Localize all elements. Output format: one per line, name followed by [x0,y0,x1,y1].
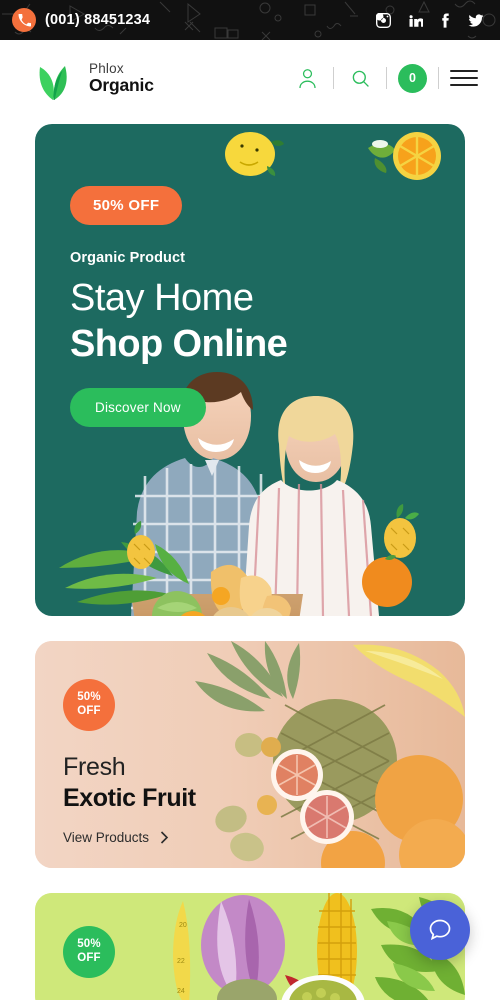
phone-contact[interactable]: (001) 88451234 [12,8,150,32]
linkedin-icon[interactable] [408,13,423,28]
view-products-label: View Products [63,830,150,845]
badge-percent: 50% [77,938,101,951]
card-vegetables[interactable]: 20 22 24 50% OFF [35,893,465,1000]
leaf-logo-icon [39,66,67,100]
exotic-fruit-title-line2: Exotic Fruit [63,784,196,812]
facebook-icon[interactable] [440,12,451,28]
site-header: Phlox Organic 0 [0,40,500,116]
chat-bubble-icon [429,919,451,941]
header-actions: 0 [292,63,478,93]
badge-percent: 50% [77,691,101,704]
card-exotic-fruit[interactable]: 50% OFF Fresh Exotic Fruit View Products [35,641,465,868]
hero-discount-badge: 50% OFF [70,186,183,225]
cart-count-badge[interactable]: 0 [398,63,427,93]
view-products-link[interactable]: View Products [63,830,465,845]
hero-content: 50% OFF Organic Product Stay Home Shop O… [35,124,465,427]
twitter-icon[interactable] [468,13,484,28]
hero-title-line1: Stay Home [70,277,254,319]
brand-logo-link[interactable]: Phlox Organic [34,55,154,101]
hero-eyebrow: Organic Product [70,250,186,266]
instagram-icon[interactable] [376,12,391,28]
badge-off: OFF [77,705,101,717]
brand-name-bottom: Organic [89,74,154,95]
header-divider-3 [438,67,439,89]
phone-number: (001) 88451234 [45,12,151,28]
search-icon[interactable] [345,63,375,93]
vegetables-discount-badge: 50% OFF [63,926,115,978]
discover-now-button[interactable]: Discover Now [70,387,206,427]
user-icon[interactable] [292,63,322,93]
badge-off: OFF [77,952,101,964]
hero-banner: 50% OFF Organic Product Stay Home Shop O… [35,124,465,616]
mobile-storefront-page: (001) 88451234 Phlox Organic 0 50% OFF O… [0,0,500,1000]
header-divider-1 [333,67,334,89]
chevron-right-icon [160,831,169,844]
card-exotic-fruit-content: 50% OFF Fresh Exotic Fruit View Products [35,641,465,845]
hamburger-menu-icon[interactable] [450,70,478,86]
hero-title-line2: Shop Online [70,323,288,366]
phone-icon [12,8,36,32]
brand-name-top: Phlox [89,60,124,76]
exotic-fruit-discount-badge: 50% OFF [63,679,115,731]
top-contact-bar: (001) 88451234 [0,0,500,40]
exotic-fruit-title-line1: Fresh [63,753,126,781]
social-links [376,12,488,28]
header-divider-2 [386,67,387,89]
svg-text:24: 24 [177,988,185,995]
card-vegetables-content: 50% OFF [35,893,465,978]
pineapple-icon [384,504,419,558]
chat-widget-button[interactable] [410,900,470,960]
